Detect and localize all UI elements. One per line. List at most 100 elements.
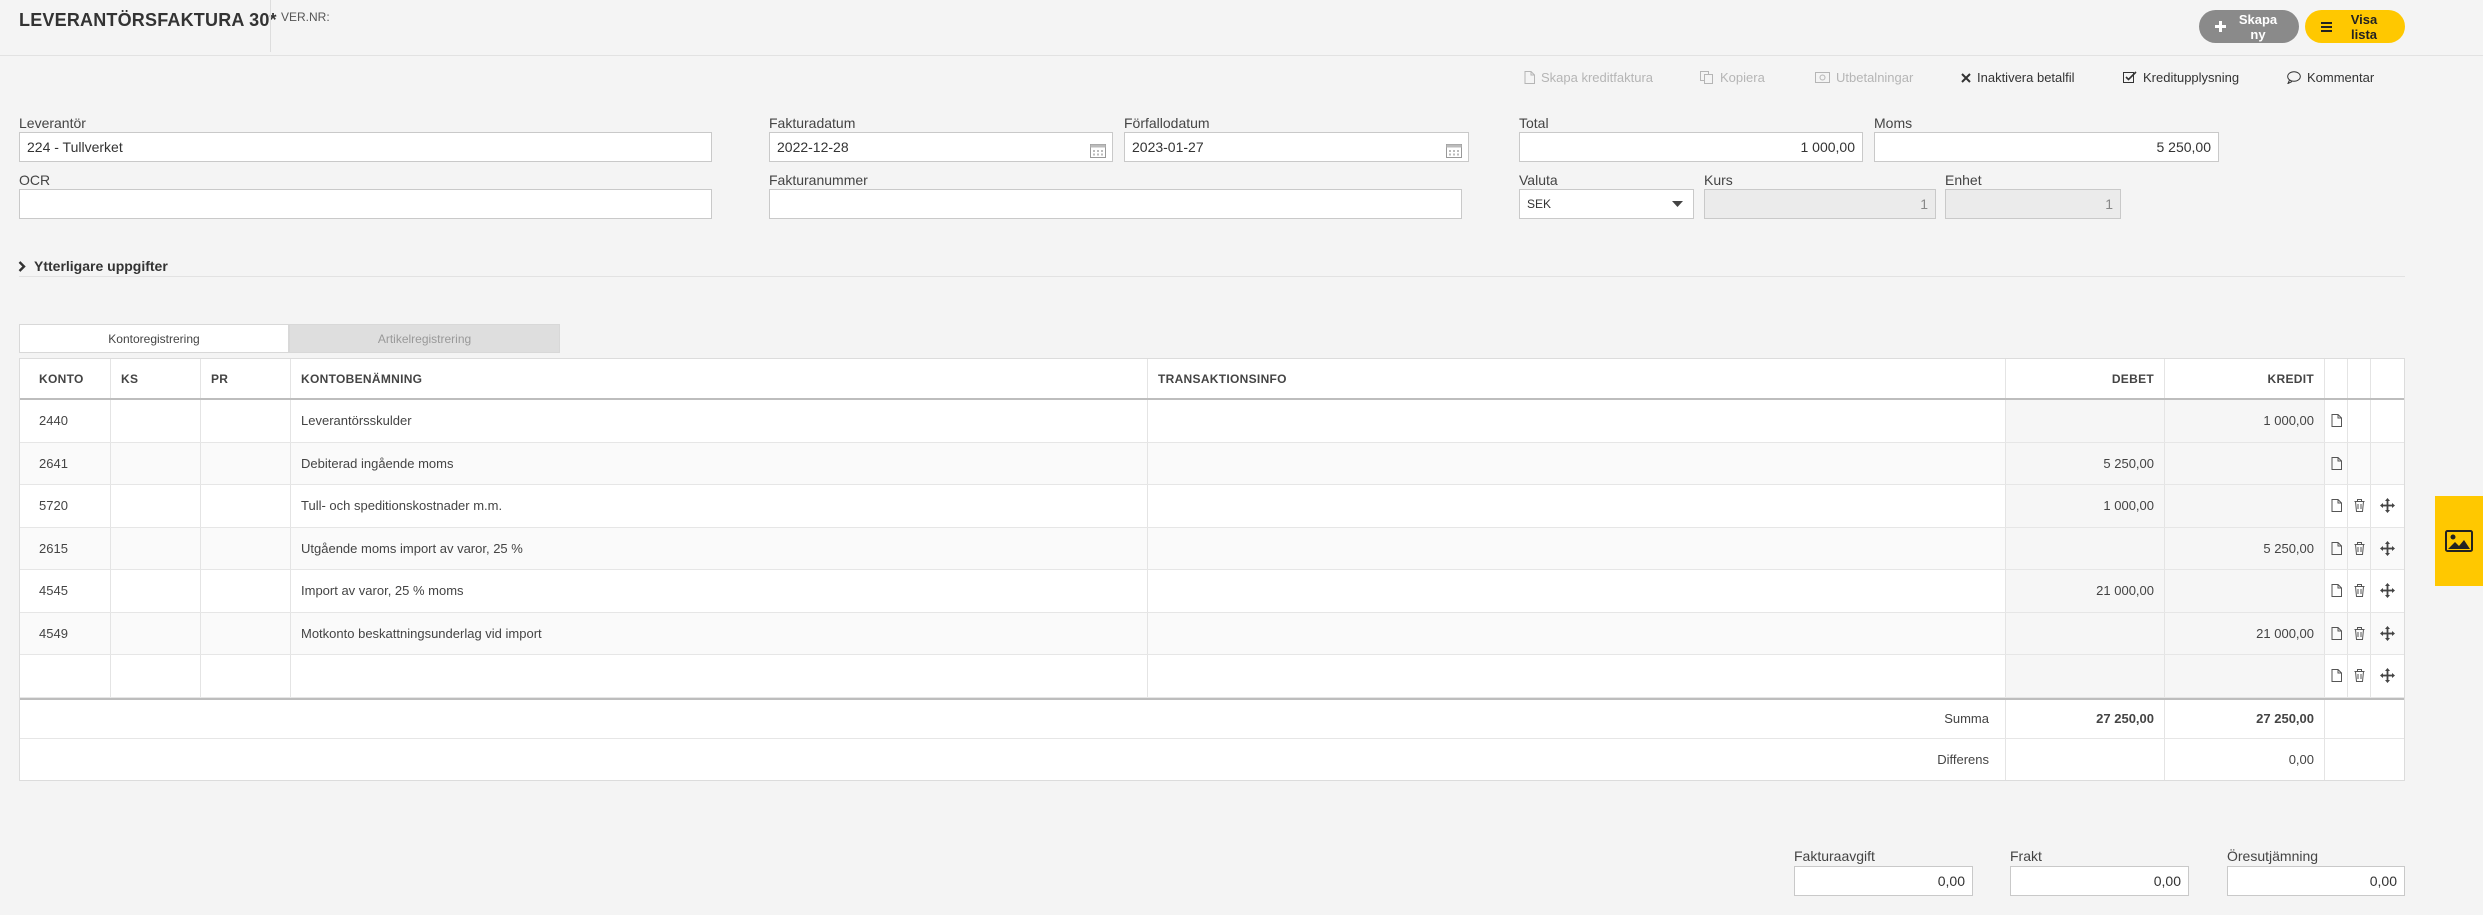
header-ks[interactable]: KS <box>111 359 201 398</box>
create-new-button[interactable]: Skapa ny <box>2199 10 2299 43</box>
due-date-input[interactable]: 2023-01-27 <box>1124 132 1469 162</box>
header-pr[interactable]: PR <box>201 359 291 398</box>
cell-ks[interactable] <box>111 400 201 442</box>
document-icon[interactable] <box>2325 612 2348 654</box>
cell-pr[interactable] <box>201 442 291 484</box>
move-icon[interactable] <box>2371 655 2404 697</box>
cell-account-name[interactable]: Debiterad ingående moms <box>291 442 1148 484</box>
cell-konto[interactable]: 4549 <box>20 612 111 654</box>
trash-icon[interactable] <box>2348 527 2371 569</box>
cell-ks[interactable] <box>111 485 201 527</box>
cell-konto[interactable] <box>20 655 111 697</box>
credit-info-button[interactable]: Kreditupplysning <box>2123 70 2239 85</box>
more-details-toggle[interactable]: Ytterligare uppgifter <box>18 258 168 274</box>
show-list-button[interactable]: Visa lista <box>2305 10 2405 43</box>
header-transaction-info[interactable]: TRANSAKTIONSINFO <box>1148 359 2006 398</box>
header-debet[interactable]: DEBET <box>2006 359 2165 398</box>
document-icon[interactable] <box>2325 442 2348 484</box>
cell-account-name[interactable]: Import av varor, 25 % moms <box>291 570 1148 612</box>
cell-kredit[interactable] <box>2165 485 2325 527</box>
payouts-button[interactable]: Utbetalningar <box>1815 70 1913 85</box>
comment-button[interactable]: Kommentar <box>2287 70 2374 85</box>
document-icon[interactable] <box>2325 570 2348 612</box>
cell-transaction-info[interactable] <box>1148 442 2006 484</box>
ocr-input[interactable] <box>19 189 712 219</box>
cell-account-name[interactable]: Tull- och speditionskostnader m.m. <box>291 485 1148 527</box>
move-icon[interactable] <box>2371 570 2404 612</box>
unit-input[interactable]: 1 <box>1945 189 2121 219</box>
cell-account-name[interactable]: Leverantörsskulder <box>291 400 1148 442</box>
cell-account-name[interactable]: Motkonto beskattningsunderlag vid import <box>291 612 1148 654</box>
cell-ks[interactable] <box>111 612 201 654</box>
cell-debet[interactable]: 5 250,00 <box>2006 442 2165 484</box>
cell-transaction-info[interactable] <box>1148 400 2006 442</box>
cell-debet[interactable] <box>2006 655 2165 697</box>
trash-icon[interactable] <box>2348 655 2371 697</box>
move-icon[interactable] <box>2371 613 2404 655</box>
move-icon[interactable] <box>2371 485 2404 527</box>
currency-select[interactable]: SEK <box>1519 189 1694 219</box>
rate-input[interactable]: 1 <box>1704 189 1936 219</box>
cell-pr[interactable] <box>201 400 291 442</box>
cell-konto[interactable]: 2440 <box>20 400 111 442</box>
image-panel-toggle[interactable] <box>2435 496 2483 586</box>
create-credit-invoice-button[interactable]: Skapa kreditfaktura <box>1524 70 1653 85</box>
cell-kredit[interactable]: 5 250,00 <box>2165 527 2325 569</box>
cell-debet[interactable] <box>2006 527 2165 569</box>
rounding-input[interactable]: 0,00 <box>2227 866 2405 896</box>
freight-input[interactable]: 0,00 <box>2010 866 2189 896</box>
trash-icon[interactable] <box>2348 570 2371 612</box>
tab-account-registration[interactable]: Kontoregistrering <box>19 324 289 353</box>
cell-ks[interactable] <box>111 442 201 484</box>
cell-pr[interactable] <box>201 570 291 612</box>
cell-ks[interactable] <box>111 570 201 612</box>
supplier-input[interactable]: 224 - Tullverket <box>19 132 712 162</box>
invoice-fee-input[interactable]: 0,00 <box>1794 866 1973 896</box>
cell-transaction-info[interactable] <box>1148 527 2006 569</box>
header-kredit[interactable]: KREDIT <box>2165 359 2325 398</box>
cell-kredit[interactable] <box>2165 442 2325 484</box>
cell-debet[interactable]: 21 000,00 <box>2006 570 2165 612</box>
cell-pr[interactable] <box>201 655 291 697</box>
cell-transaction-info[interactable] <box>1148 570 2006 612</box>
cell-konto[interactable]: 2615 <box>20 527 111 569</box>
cell-ks[interactable] <box>111 655 201 697</box>
calendar-icon[interactable] <box>1090 139 1106 161</box>
calendar-icon[interactable] <box>1446 139 1462 161</box>
cell-debet[interactable] <box>2006 400 2165 442</box>
cell-account-name[interactable] <box>291 655 1148 697</box>
header-account-name[interactable]: KONTOBENÄMNING <box>291 359 1148 398</box>
cell-konto[interactable]: 2641 <box>20 442 111 484</box>
document-icon[interactable] <box>2325 527 2348 569</box>
header-konto[interactable]: KONTO <box>20 359 111 398</box>
total-input[interactable]: 1 000,00 <box>1519 132 1863 162</box>
document-icon[interactable] <box>2325 485 2348 527</box>
cell-kredit[interactable] <box>2165 655 2325 697</box>
copy-button[interactable]: Kopiera <box>1700 70 1765 85</box>
document-icon[interactable] <box>2325 655 2348 697</box>
cell-pr[interactable] <box>201 612 291 654</box>
cell-pr[interactable] <box>201 485 291 527</box>
cell-transaction-info[interactable] <box>1148 612 2006 654</box>
document-icon[interactable] <box>2325 400 2348 442</box>
cell-ks[interactable] <box>111 527 201 569</box>
cell-kredit[interactable]: 21 000,00 <box>2165 612 2325 654</box>
tab-article-registration[interactable]: Artikelregistrering <box>289 324 560 353</box>
cell-konto[interactable]: 4545 <box>20 570 111 612</box>
cell-kredit[interactable]: 1 000,00 <box>2165 400 2325 442</box>
cell-debet[interactable] <box>2006 612 2165 654</box>
cell-konto[interactable]: 5720 <box>20 485 111 527</box>
vat-input[interactable]: 5 250,00 <box>1874 132 2219 162</box>
trash-icon[interactable] <box>2348 612 2371 654</box>
cell-debet[interactable]: 1 000,00 <box>2006 485 2165 527</box>
trash-icon[interactable] <box>2348 485 2371 527</box>
move-icon[interactable] <box>2371 528 2404 570</box>
deactivate-payfile-button[interactable]: Inaktivera betalfil <box>1961 70 2075 85</box>
invoice-date-input[interactable]: 2022-12-28 <box>769 132 1113 162</box>
cell-account-name[interactable]: Utgående moms import av varor, 25 % <box>291 527 1148 569</box>
cell-pr[interactable] <box>201 527 291 569</box>
cell-transaction-info[interactable] <box>1148 485 2006 527</box>
cell-transaction-info[interactable] <box>1148 655 2006 697</box>
invoice-number-input[interactable] <box>769 189 1462 219</box>
cell-kredit[interactable] <box>2165 570 2325 612</box>
